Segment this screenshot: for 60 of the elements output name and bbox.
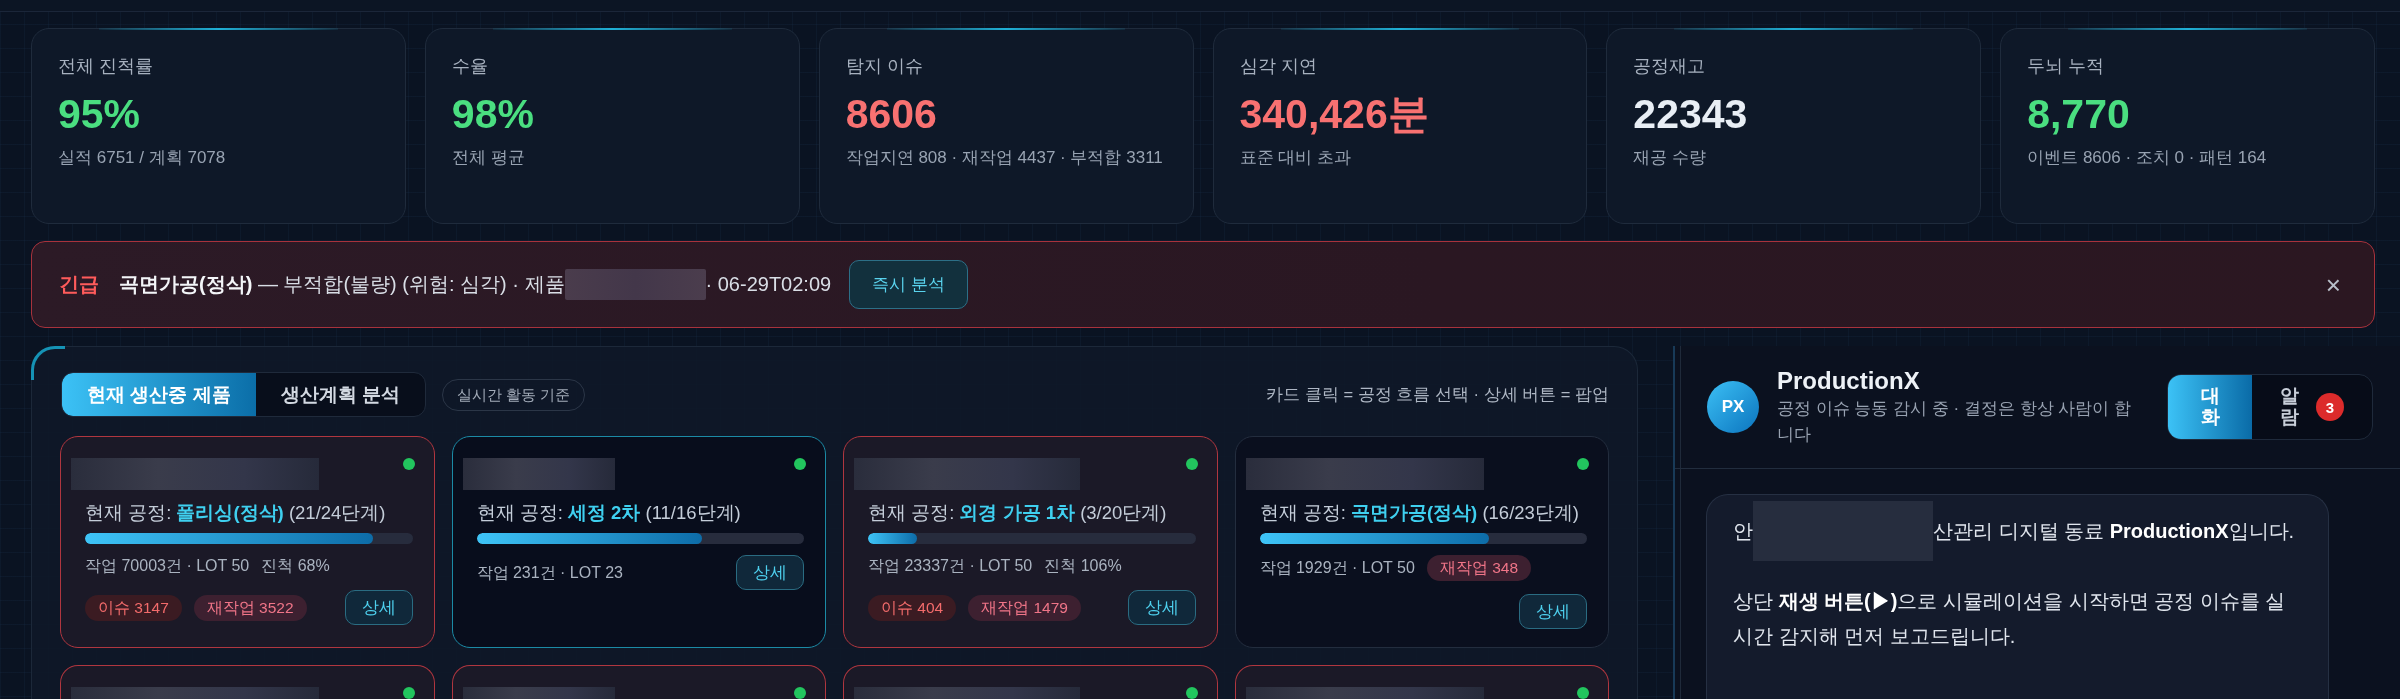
product-card[interactable] xyxy=(60,665,435,699)
product-card[interactable]: 현재 공정: 폴리싱(정삭) (21/24단계) 작업 70003건 · LOT 50 진척 68% 이슈 3147 재작업 3522 상세 xyxy=(60,436,435,648)
work-count-text: 작업 70003건 · LOT 50 xyxy=(85,556,250,576)
kpi-label: 수율 xyxy=(451,55,489,78)
current-process-text: 현재 공정: 세정 2차 (11/16단계) xyxy=(476,501,742,525)
hint-text: 카드 클릭 = 공정 흐름 선택 · 상세 버튼 = 팝업 xyxy=(1266,383,1609,405)
kpi-label: 심각 지연 xyxy=(1239,55,1318,78)
count-badge: 3 xyxy=(2316,393,2344,421)
progress-text: 진척 68% xyxy=(261,556,330,576)
kpi-label: 공정재고 xyxy=(1633,55,1707,78)
kpi-value: 95% xyxy=(58,90,142,138)
kpi-label: 두뇌 누적 xyxy=(2027,55,2106,78)
assistant-avatar: PX xyxy=(1707,381,1759,433)
message-text: 산관리 디지털 동료 ProductionX입니다. xyxy=(1933,520,2295,542)
detail-button[interactable]: 상세 xyxy=(1519,594,1587,629)
kpi-value: 22343 xyxy=(1633,90,1749,138)
kpi-caption: 전체 평균 xyxy=(451,147,526,169)
kpi-caption: 이벤트 8606 · 조치 0 · 패턴 164 xyxy=(2027,147,2268,169)
product-card[interactable]: 현재 공정: 곡면가공(정삭) (16/23단계) 작업 1929건 · LOT 50 재작업 348 상세 xyxy=(1234,436,1609,648)
current-process-text: 현재 공정: 외경 가공 1차 (3/20단계) xyxy=(868,501,1168,525)
detail-button[interactable]: 상세 xyxy=(736,555,804,590)
kpi-caption: 표준 대비 초과 xyxy=(1239,147,1352,169)
assistant-status-text: 공정 이슈 능동 감시 중 · 결정은 항상 사람이 합니다 xyxy=(1777,398,2133,446)
kpi-value: 8606 xyxy=(845,90,938,138)
alert-message: 곡면가공(정삭) — 부적합(불량) (위험: 심각) · 제품 xyxy=(119,272,565,297)
detail-button[interactable]: 상세 xyxy=(344,590,413,625)
tab[interactable]: 생산계획 분석 xyxy=(255,373,425,416)
product-card[interactable] xyxy=(843,665,1218,699)
product-card[interactable]: 현재 공정: 외경 가공 1차 (3/20단계) 작업 23337건 · LOT 50 진척 106% 이슈 404 재작업 1479 상세 xyxy=(843,436,1218,648)
close-button[interactable]: × xyxy=(2319,271,2347,298)
message-text: 상단 재생 버튼(▶)으로 시뮬레이션을 시작하면 공정 이슈를 실시간 감지해 먼저 보고드립니다. xyxy=(1733,590,2286,647)
assistant-name: ProductionX xyxy=(1777,366,1921,396)
kpi-value: 98% xyxy=(451,90,535,138)
work-count-text: 작업 23337건 · LOT 50 xyxy=(868,556,1033,576)
work-count-text: 작업 1929건 · LOT 50 xyxy=(1259,558,1415,578)
view-tab[interactable]: 알람 3 xyxy=(2252,375,2372,439)
kpi-value: 8,770 xyxy=(2027,90,2131,138)
alert-time: · 06-29T02:09 xyxy=(705,273,832,296)
issue-tag: 이슈 3147 xyxy=(85,594,182,621)
alert-level-label: 긴급 xyxy=(59,272,99,297)
rework-tag: 재작업 348 xyxy=(1426,555,1531,581)
kpi-label: 전체 진척률 xyxy=(58,55,154,78)
progress-text: 진척 106% xyxy=(1044,556,1122,576)
analyze-button[interactable]: 즉시 분석 xyxy=(849,260,968,309)
message-text: 안 xyxy=(1733,520,1753,542)
kpi-caption: 작업지연 808 · 재작업 4437 · 부적합 3311 xyxy=(845,147,1164,169)
kpi-caption: 재공 수량 xyxy=(1633,147,1708,169)
product-card[interactable]: 현재 공정: 세정 2차 (11/16단계) 작업 231건 · LOT 23 상세 xyxy=(451,436,826,648)
product-card[interactable] xyxy=(451,665,826,699)
work-count-text: 작업 231건 · LOT 23 xyxy=(476,562,623,583)
detail-button[interactable]: 상세 xyxy=(1127,590,1196,625)
issue-tag: 이슈 404 xyxy=(868,594,957,621)
rework-tag: 재작업 3522 xyxy=(193,594,307,621)
kpi-label: 탐지 이슈 xyxy=(845,55,924,78)
kpi-value: 340,426분 xyxy=(1239,90,1430,138)
product-card[interactable] xyxy=(1234,665,1609,699)
current-process-text: 현재 공정: 곡면가공(정삭) (16/23단계) xyxy=(1259,501,1580,525)
kpi-caption: 실적 6751 / 계획 7078 xyxy=(58,147,227,169)
rework-tag: 재작업 1479 xyxy=(968,594,1081,621)
current-process-text: 현재 공정: 폴리싱(정삭) (21/24단계) xyxy=(85,501,387,525)
